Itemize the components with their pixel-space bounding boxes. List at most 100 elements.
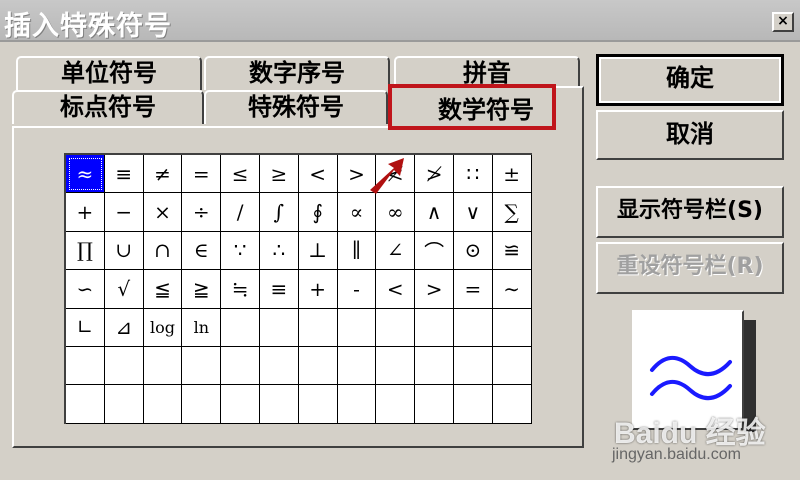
symbol-cell[interactable]: ≥: [259, 155, 299, 194]
watermark: Baidu 经验 jingyan.baidu.com: [610, 408, 795, 476]
symbol-cell[interactable]: ∼: [492, 270, 532, 309]
empty-symbol-cell[interactable]: [453, 346, 493, 386]
symbol-cell[interactable]: ≤: [221, 155, 260, 194]
annotation-highlight-box: [388, 84, 556, 130]
symbol-cell[interactable]: ≠: [143, 155, 183, 194]
empty-symbol-cell[interactable]: [259, 308, 299, 347]
tab-label: 特殊符号: [248, 93, 344, 121]
symbol-cell[interactable]: ⊙: [453, 231, 493, 271]
empty-symbol-cell[interactable]: [182, 385, 222, 424]
symbol-cell[interactable]: ∧: [415, 193, 454, 232]
empty-symbol-cell[interactable]: [104, 385, 144, 424]
empty-symbol-cell[interactable]: [298, 346, 338, 386]
symbol-cell[interactable]: ⌒: [415, 231, 454, 271]
empty-symbol-cell[interactable]: [337, 308, 377, 347]
symbol-cell[interactable]: ≧: [182, 270, 222, 309]
empty-symbol-cell[interactable]: [337, 385, 377, 424]
empty-symbol-cell[interactable]: [298, 308, 338, 347]
empty-symbol-cell[interactable]: [221, 346, 260, 386]
tab-special-symbols[interactable]: 特殊符号: [204, 90, 388, 124]
symbol-cell[interactable]: -: [337, 270, 377, 309]
symbol-cell[interactable]: ∈: [182, 231, 222, 271]
symbol-cell[interactable]: ∟: [66, 308, 105, 347]
symbol-cell[interactable]: <: [376, 270, 416, 309]
empty-symbol-cell[interactable]: [66, 346, 105, 386]
tab-unit-symbols[interactable]: 单位符号: [16, 56, 202, 90]
symbol-cell[interactable]: log: [143, 308, 183, 347]
tab-label: 拼音: [463, 59, 511, 87]
empty-symbol-cell[interactable]: [492, 308, 532, 347]
symbol-cell[interactable]: ∨: [453, 193, 493, 232]
symbol-cell[interactable]: ≌: [492, 231, 532, 271]
symbol-cell[interactable]: ∥: [337, 231, 377, 271]
symbol-cell[interactable]: ≒: [221, 270, 260, 309]
symbol-cell[interactable]: <: [298, 155, 338, 194]
annotation-arrow-icon: [370, 158, 404, 194]
symbol-cell[interactable]: ∷: [453, 155, 493, 194]
empty-symbol-cell[interactable]: [182, 346, 222, 386]
empty-symbol-cell[interactable]: [259, 385, 299, 424]
symbol-cell[interactable]: ∝: [337, 193, 377, 232]
symbol-cell[interactable]: ∽: [66, 270, 105, 309]
symbol-grid: ≈ ≡ ≠ = ≤ ≥ < > ≮ ≯ ∷ ± + − × ÷ / ∫ ∮ ∝ ∞ ∧ ∨ ∑ ∏ ∪ ∩ ∈ ∵ ∴ ⊥ ∥ ∠ ⌒ ⊙ ≌ ∽ √ ≦ ≧…: [64, 153, 532, 424]
empty-symbol-cell[interactable]: [453, 385, 493, 424]
symbol-cell[interactable]: /: [221, 193, 260, 232]
ok-button[interactable]: 确定: [596, 54, 784, 106]
empty-symbol-cell[interactable]: [221, 385, 260, 424]
empty-symbol-cell[interactable]: [104, 346, 144, 386]
empty-symbol-cell[interactable]: [66, 385, 105, 424]
symbol-cell[interactable]: ∴: [259, 231, 299, 271]
empty-symbol-cell[interactable]: [492, 346, 532, 386]
symbol-cell[interactable]: ⊥: [298, 231, 338, 271]
tab-label: 数字序号: [249, 59, 345, 87]
symbol-cell[interactable]: ∫: [259, 193, 299, 232]
tab-number-sequence[interactable]: 数字序号: [204, 56, 390, 90]
symbol-cell[interactable]: +: [66, 193, 105, 232]
empty-symbol-cell[interactable]: [415, 385, 454, 424]
symbol-cell[interactable]: ≡: [104, 155, 144, 194]
close-button[interactable]: ×: [772, 12, 794, 32]
empty-symbol-cell[interactable]: [415, 346, 454, 386]
symbol-cell[interactable]: ⊿: [104, 308, 144, 347]
symbol-cell[interactable]: ×: [143, 193, 183, 232]
symbol-cell[interactable]: −: [104, 193, 144, 232]
empty-symbol-cell[interactable]: [492, 385, 532, 424]
empty-symbol-cell[interactable]: [337, 346, 377, 386]
empty-symbol-cell[interactable]: [376, 308, 416, 347]
symbol-cell[interactable]: ∑: [492, 193, 532, 232]
dialog-title: 插入特殊符号: [4, 11, 172, 42]
symbol-cell[interactable]: ≦: [143, 270, 183, 309]
empty-symbol-cell[interactable]: [415, 308, 454, 347]
symbol-cell[interactable]: =: [453, 270, 493, 309]
symbol-cell[interactable]: +: [298, 270, 338, 309]
watermark-url: jingyan.baidu.com: [612, 446, 741, 463]
symbol-cell[interactable]: ∞: [376, 193, 416, 232]
empty-symbol-cell[interactable]: [298, 385, 338, 424]
symbol-cell[interactable]: ∪: [104, 231, 144, 271]
symbol-cell[interactable]: ∮: [298, 193, 338, 232]
empty-symbol-cell[interactable]: [453, 308, 493, 347]
symbol-cell[interactable]: ∏: [66, 231, 105, 271]
symbol-cell[interactable]: =: [182, 155, 222, 194]
symbol-cell[interactable]: >: [415, 270, 454, 309]
empty-symbol-cell[interactable]: [143, 346, 183, 386]
symbol-cell[interactable]: ∠: [376, 231, 416, 271]
tab-label: 单位符号: [61, 59, 157, 87]
empty-symbol-cell[interactable]: [376, 385, 416, 424]
empty-symbol-cell[interactable]: [259, 346, 299, 386]
symbol-cell[interactable]: ÷: [182, 193, 222, 232]
show-symbol-bar-button[interactable]: 显示符号栏(S): [596, 186, 784, 238]
empty-symbol-cell[interactable]: [143, 385, 183, 424]
cancel-button[interactable]: 取消: [596, 110, 784, 160]
symbol-cell[interactable]: ≈: [66, 155, 105, 194]
empty-symbol-cell[interactable]: [376, 346, 416, 386]
empty-symbol-cell[interactable]: [221, 308, 260, 347]
symbol-cell[interactable]: ∵: [221, 231, 260, 271]
symbol-cell[interactable]: ±: [492, 155, 532, 194]
symbol-cell[interactable]: ≯: [415, 155, 454, 194]
symbol-cell[interactable]: ∩: [143, 231, 183, 271]
tab-punctuation[interactable]: 标点符号: [12, 90, 204, 124]
symbol-cell[interactable]: ln: [182, 308, 222, 347]
symbol-cell[interactable]: √: [104, 270, 144, 309]
symbol-cell[interactable]: ≡: [259, 270, 299, 309]
